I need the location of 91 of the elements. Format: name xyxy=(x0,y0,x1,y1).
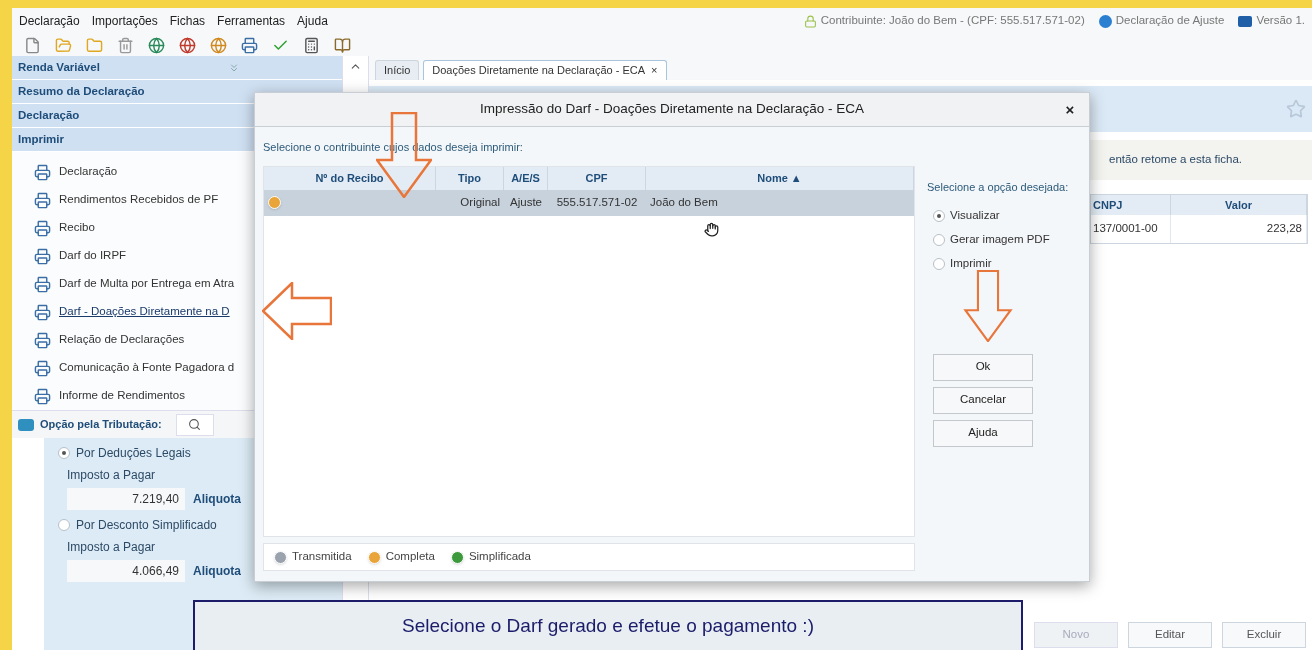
printer-icon xyxy=(34,303,51,321)
radio-label[interactable]: Imprimir xyxy=(950,254,992,273)
left-arrow-icon xyxy=(262,282,332,340)
column-header[interactable]: A/E/S xyxy=(504,166,548,190)
caption-text: Selecione o Darf gerado e efetue o pagamento :) xyxy=(402,613,814,638)
sidebar-item[interactable]: Darf - Doações Diretamente na D xyxy=(59,303,230,321)
column-header[interactable]: Tipo xyxy=(436,166,504,190)
printer-icon[interactable] xyxy=(241,36,258,54)
trash-icon[interactable] xyxy=(117,36,134,54)
folder-open-icon[interactable] xyxy=(55,36,72,54)
action-button[interactable]: Editar xyxy=(1128,622,1212,648)
menu-item[interactable]: Declaração xyxy=(19,12,80,30)
table-cell: 137/0001-00 xyxy=(1091,215,1171,243)
sidebar-item[interactable]: Comunicação à Fonte Pagadora d xyxy=(59,359,235,377)
radio-label[interactable]: Por Desconto Simplificado xyxy=(76,516,217,534)
radio-button[interactable] xyxy=(933,233,945,246)
section-label: Opção pela Tributação: xyxy=(40,417,162,433)
header-info-text: Declaração de Ajuste xyxy=(1115,13,1225,29)
file-icon[interactable] xyxy=(24,36,41,54)
radio-label[interactable]: Visualizar xyxy=(950,206,1000,225)
column-header[interactable]: Nome ▲ xyxy=(646,166,914,190)
tab[interactable]: Início xyxy=(375,60,420,80)
hand-cursor-icon xyxy=(704,221,719,237)
printer-icon xyxy=(34,387,51,405)
radio-button[interactable] xyxy=(933,257,945,270)
globe-icon[interactable] xyxy=(179,36,196,54)
dialog-button[interactable]: Ok xyxy=(933,353,1033,381)
sidebar-item[interactable]: Rendimentos Recebidos de PF xyxy=(59,191,219,209)
radio-button[interactable] xyxy=(58,519,70,531)
column-header[interactable]: Valor xyxy=(1171,195,1307,215)
search-button[interactable] xyxy=(175,413,214,436)
lock-icon xyxy=(803,14,817,28)
printer-icon xyxy=(34,331,51,349)
dialog-button[interactable]: Ajuda xyxy=(933,419,1033,447)
column-header[interactable]: CPF xyxy=(548,166,646,190)
rate-label: Aliquota xyxy=(193,491,241,508)
table-cell-text: Original xyxy=(459,194,501,210)
instruction-text: então retome a esta ficha. xyxy=(1109,152,1242,168)
sidebar-item[interactable]: Declaração xyxy=(59,163,118,181)
radio-label[interactable]: Gerar imagem PDF xyxy=(950,230,1050,249)
down-arrow-icon xyxy=(962,270,1014,342)
globe-icon[interactable] xyxy=(210,36,227,54)
sidebar-item[interactable]: Darf de Multa por Entrega em Atra xyxy=(59,275,235,293)
field-label: Imposto a Pagar xyxy=(67,467,157,484)
radio-button[interactable] xyxy=(58,447,70,459)
tab[interactable]: Doações Diretamente na Declaração - ECA × xyxy=(423,60,667,80)
legend-label: Transmitida xyxy=(292,549,352,565)
sidebar-item[interactable]: Darf do IRPF xyxy=(59,247,127,265)
table-cell: 223,28 xyxy=(1171,215,1307,243)
header-info-text: Versão 1. xyxy=(1256,13,1305,29)
dialog-title: Impressão do Darf - Doações Diretamente na Declaração - ECA xyxy=(479,100,865,119)
legend-label: Simplificada xyxy=(468,549,531,565)
globe-icon[interactable] xyxy=(148,36,165,54)
legend-label: Completa xyxy=(385,549,435,565)
sidebar-item[interactable]: Recibo xyxy=(59,219,95,237)
column-header[interactable]: CNPJ xyxy=(1091,195,1171,215)
folder-icon[interactable] xyxy=(86,36,103,54)
printer-icon xyxy=(34,163,51,181)
dialog-button[interactable]: Cancelar xyxy=(933,386,1033,414)
column-header[interactable]: Nº do Recibo xyxy=(264,166,436,190)
printer-icon xyxy=(34,275,51,293)
rate-label: Aliquota xyxy=(193,563,241,580)
printer-icon xyxy=(34,359,51,377)
amount-field[interactable]: 4.066,49 xyxy=(67,560,185,582)
menu-item[interactable]: Ajuda xyxy=(297,12,328,30)
tab-close[interactable]: × xyxy=(651,62,658,79)
options-label: Selecione a opção desejada: xyxy=(927,180,1070,195)
action-button[interactable]: Excluir xyxy=(1222,622,1306,648)
sidebar-item[interactable]: Relação de Declarações xyxy=(59,331,185,349)
search-icon xyxy=(188,418,202,431)
sidebar-section-header[interactable]: Renda Variável xyxy=(12,56,342,80)
printer-icon xyxy=(34,191,51,209)
menu-item[interactable]: Importações xyxy=(91,12,158,30)
radio-label[interactable]: Por Deduções Legais xyxy=(76,444,191,462)
menu-item[interactable]: Fichas xyxy=(169,12,206,30)
sidebar-item[interactable]: Informe de Rendimentos xyxy=(59,387,185,405)
calculator-icon[interactable] xyxy=(303,36,320,54)
printer-icon xyxy=(34,219,51,237)
collapse-icon[interactable] xyxy=(228,61,240,74)
table-cell-text: João do Bem xyxy=(649,194,719,210)
menu-item[interactable]: Ferramentas xyxy=(217,12,286,30)
amount-field[interactable]: 7.219,40 xyxy=(67,488,185,510)
star-icon[interactable] xyxy=(1286,99,1306,119)
header-info-text: Contribuinte: João do Bem - (CPF: 555.517.571-02) xyxy=(820,13,1085,29)
close-button[interactable]: × xyxy=(1061,100,1079,118)
table-cell-text: Ajuste xyxy=(509,194,543,210)
table-cell-text: 555.517.571-02 xyxy=(555,194,639,210)
table-row[interactable]: Original Ajuste 555.517.571-02 João do Bem xyxy=(264,189,914,216)
book-icon[interactable] xyxy=(334,36,351,54)
printer-icon xyxy=(34,247,51,265)
radio-button[interactable] xyxy=(933,209,945,222)
